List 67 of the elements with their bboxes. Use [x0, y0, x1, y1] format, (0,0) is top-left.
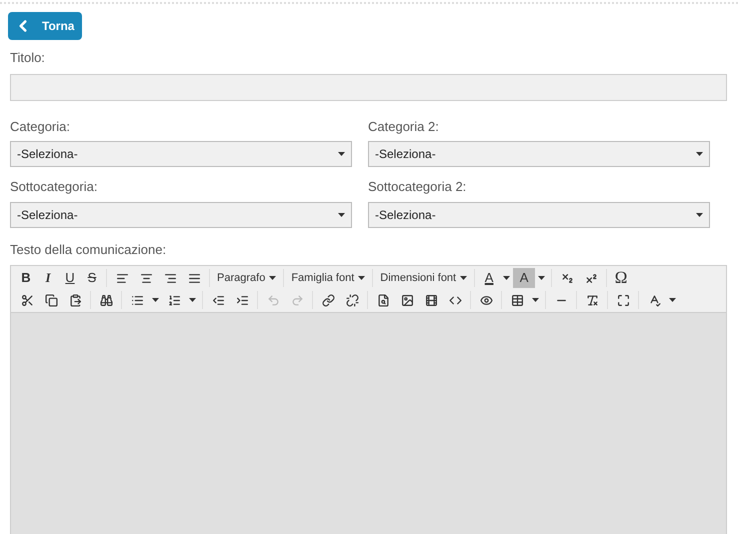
field-label: Sottocategoria 2:: [368, 178, 468, 196]
caret-icon: [538, 276, 546, 280]
caret-icon: [338, 212, 345, 216]
caret-icon: [696, 212, 703, 216]
redo-icon: [290, 294, 304, 306]
format-button[interactable]: S: [81, 268, 103, 288]
outdent-icon: [212, 294, 224, 306]
indent-icon: [236, 294, 248, 306]
field-label: Categoria 2:: [368, 118, 440, 136]
undo-icon: [266, 294, 280, 306]
format-button[interactable]: B: [15, 268, 37, 288]
image-icon: [400, 294, 414, 306]
select-value: -Seleziona-: [17, 146, 78, 163]
find-icon: [100, 294, 112, 306]
caret-icon: [460, 276, 468, 280]
cut-icon: [20, 294, 34, 306]
caret-icon: [338, 152, 345, 156]
align-center-icon: [140, 272, 152, 284]
select-value: -Seleziona-: [375, 206, 436, 224]
format-button[interactable]: A: [478, 268, 500, 288]
copy-icon: [44, 294, 58, 306]
fullscreen-icon: [616, 294, 630, 306]
caret-icon: [189, 298, 196, 302]
justify-icon: [188, 272, 200, 284]
format-button[interactable]: A: [513, 268, 536, 288]
preview-icon: [376, 294, 390, 306]
field-label: Categoria:: [10, 118, 71, 136]
field-label: Titolo:: [10, 49, 46, 67]
link-icon: [322, 294, 334, 306]
select-field[interactable]: -Seleziona-: [10, 202, 352, 228]
clear-format-icon: [586, 294, 598, 306]
align-left-icon: [116, 272, 128, 284]
code-icon: [448, 294, 462, 306]
title-input-field[interactable]: [10, 74, 727, 100]
paste-icon: [68, 294, 82, 306]
table-icon: [510, 294, 524, 306]
numbered-list-icon: [168, 294, 180, 306]
subscript-icon: [560, 272, 574, 284]
media-icon: [424, 294, 438, 306]
caret-icon: [358, 276, 366, 280]
caret-icon: [532, 298, 539, 302]
superscript-icon: [584, 272, 598, 284]
caret-icon: [503, 276, 510, 280]
field-label: Sottocategoria:: [10, 178, 98, 196]
spellcheck-icon: [648, 294, 660, 306]
back-button[interactable]: Torna: [8, 12, 82, 40]
format-button[interactable]: Ω: [610, 268, 632, 288]
select-field[interactable]: -Seleziona-: [368, 141, 710, 167]
format-dropdown[interactable]: Dimensioni font: [376, 268, 472, 288]
field-label: Testo della comunicazione:: [10, 240, 168, 258]
select-field[interactable]: -Seleziona-: [368, 202, 710, 228]
caret-icon: [696, 152, 703, 156]
caret-icon: [669, 298, 676, 302]
format-dropdown[interactable]: Paragrafo: [213, 268, 280, 288]
select-value: -Seleziona-: [375, 146, 436, 163]
unlink-icon: [346, 294, 358, 306]
align-right-icon: [164, 272, 176, 284]
select-field[interactable]: -Seleziona-: [10, 141, 352, 167]
select-value: -Seleziona-: [17, 206, 78, 224]
format-button[interactable]: I: [37, 268, 59, 288]
format-dropdown[interactable]: Famiglia font: [287, 268, 370, 288]
rich-text-editor[interactable]: B I U S Paragrafo Famiglia font Dimensioni font A A Ω: [10, 265, 727, 534]
format-button[interactable]: U: [59, 268, 81, 288]
caret-icon: [152, 298, 159, 302]
eye-icon: [480, 294, 492, 306]
bullet-list-icon: [130, 294, 144, 306]
caret-icon: [269, 276, 276, 280]
